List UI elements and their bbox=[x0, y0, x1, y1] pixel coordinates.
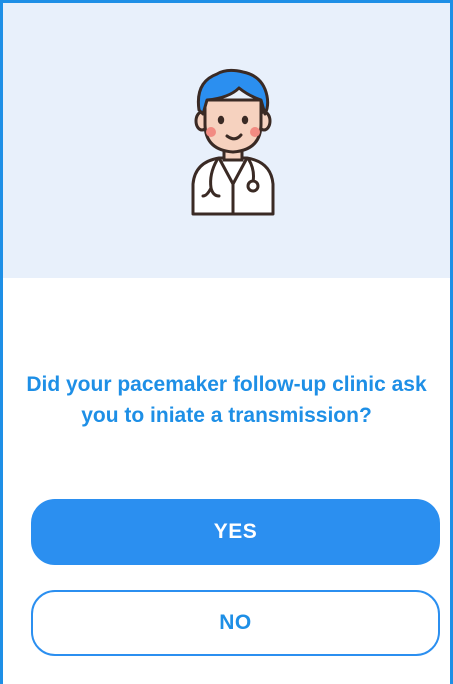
screen-frame: Did your pacemaker follow-up clinic ask … bbox=[0, 0, 453, 684]
yes-button[interactable]: YES bbox=[31, 499, 440, 565]
no-button[interactable]: NO bbox=[31, 590, 440, 656]
doctor-avatar-icon bbox=[191, 68, 275, 216]
header-panel bbox=[3, 3, 450, 278]
question-text: Did your pacemaker follow-up clinic ask … bbox=[26, 373, 427, 427]
